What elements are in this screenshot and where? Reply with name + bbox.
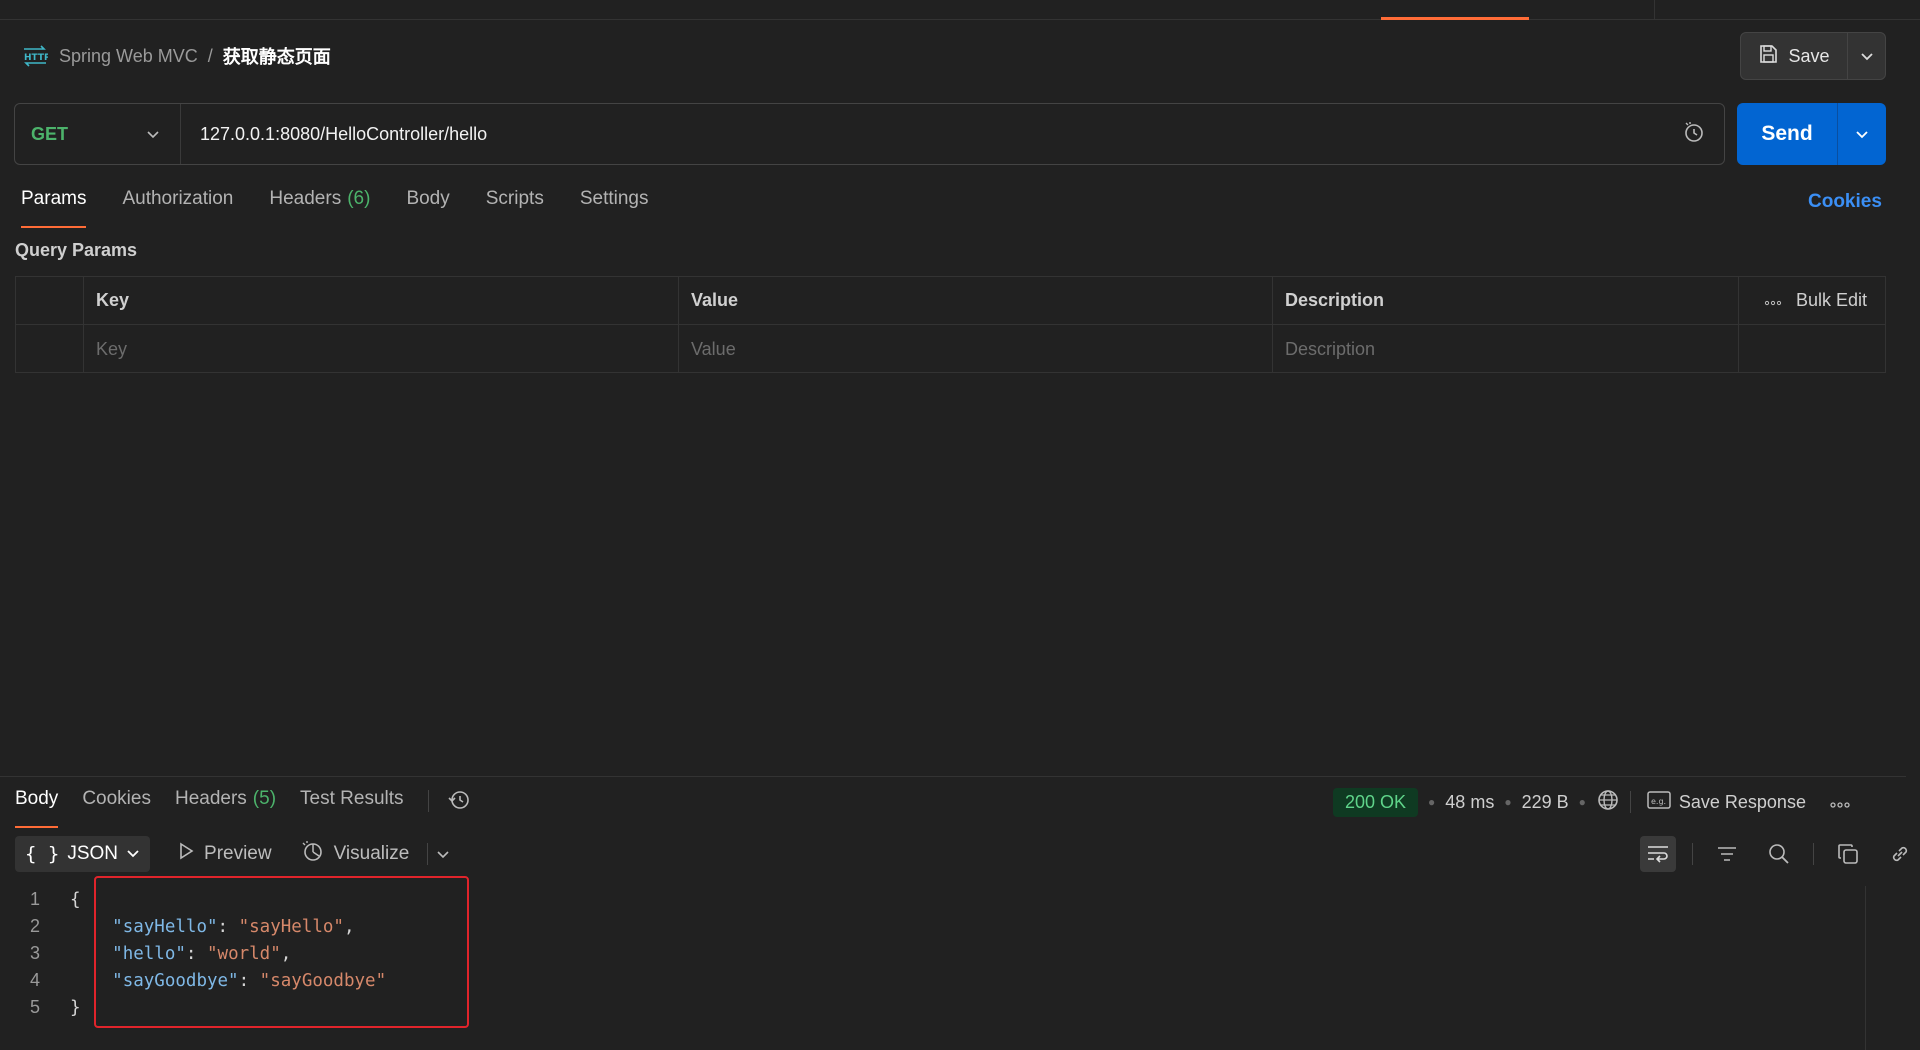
- tab-params[interactable]: Params: [21, 188, 87, 228]
- tab-settings[interactable]: Settings: [580, 188, 649, 228]
- response-time[interactable]: 48 ms: [1445, 792, 1494, 813]
- response-headers-count: (5): [252, 788, 277, 809]
- filter-icon[interactable]: [1709, 836, 1745, 872]
- response-tab-body[interactable]: Body: [15, 788, 59, 828]
- column-header-key: Key: [84, 277, 679, 324]
- line-number: 4: [29, 970, 40, 990]
- status-badge[interactable]: 200 OK: [1333, 787, 1419, 817]
- checkbox-column-header: [16, 277, 84, 324]
- description-input[interactable]: Description: [1273, 325, 1739, 373]
- row-end-cell: [1739, 325, 1885, 373]
- save-icon: [1758, 44, 1778, 69]
- response-status-area: 200 OK ● 48 ms ● 229 B ● e.g. Save Respo…: [1333, 785, 1850, 819]
- column-header-value: Value: [679, 277, 1273, 324]
- headers-count: (6): [347, 188, 371, 209]
- top-window-bar: [0, 0, 1920, 20]
- method-select[interactable]: GET: [15, 104, 181, 164]
- method-label: GET: [31, 123, 69, 144]
- value-input[interactable]: Value: [679, 325, 1273, 373]
- key-input[interactable]: Key: [84, 325, 679, 373]
- collection-name[interactable]: Spring Web MVC: [59, 46, 198, 67]
- send-dropdown-button[interactable]: [1837, 103, 1886, 165]
- preview-button[interactable]: Preview: [178, 842, 272, 866]
- line-number: 3: [29, 943, 40, 963]
- save-button[interactable]: Save: [1741, 33, 1847, 79]
- json-punctuation: {: [70, 889, 81, 910]
- active-tab-indicator: [1381, 17, 1529, 20]
- http-icon: HTTP: [21, 44, 49, 68]
- query-params-title: Query Params: [15, 240, 138, 260]
- history-icon[interactable]: [447, 788, 471, 817]
- link-icon[interactable]: [1882, 836, 1918, 872]
- braces-icon: { }: [25, 843, 60, 865]
- json-punctuation: }: [70, 997, 81, 1018]
- response-tab-cookies[interactable]: Cookies: [82, 788, 151, 828]
- tab-authorization[interactable]: Authorization: [122, 188, 233, 228]
- response-tools: [1640, 836, 1918, 872]
- breadcrumb-separator: /: [207, 45, 213, 66]
- line-number: 1: [29, 889, 40, 909]
- send-button-group: Send: [1737, 103, 1886, 165]
- editor-scrollbar[interactable]: [1865, 886, 1866, 1050]
- svg-text:e.g.: e.g.: [1651, 797, 1666, 806]
- table-row: Key Value Description: [16, 325, 1885, 373]
- url-history-button[interactable]: [1664, 120, 1724, 149]
- response-tab-test-results[interactable]: Test Results: [300, 788, 403, 828]
- save-response-button[interactable]: e.g. Save Response: [1647, 790, 1806, 815]
- query-params-table: Key Value Description Bulk Edit Key Valu…: [15, 276, 1886, 373]
- divider: [427, 790, 429, 812]
- request-tabs: Params Authorization Headers (6) Body Scr…: [21, 188, 684, 228]
- tab-headers[interactable]: Headers (6): [269, 188, 370, 228]
- chevron-down-icon[interactable]: [436, 844, 450, 865]
- visualize-button[interactable]: Visualize: [300, 839, 409, 869]
- response-divider[interactable]: [0, 776, 1906, 777]
- code-text: }: [70, 998, 81, 1018]
- format-select[interactable]: { } JSON: [15, 836, 151, 872]
- row-checkbox-cell: [16, 325, 84, 373]
- bulk-edit-button[interactable]: Bulk Edit: [1796, 290, 1867, 311]
- code-text: {: [70, 890, 81, 910]
- response-size[interactable]: 229 B: [1522, 792, 1569, 813]
- cookies-link[interactable]: Cookies: [1808, 191, 1882, 213]
- save-response-label: Save Response: [1678, 791, 1806, 812]
- divider: [1654, 0, 1655, 20]
- line-number: 2: [29, 916, 40, 936]
- response-format-bar: { } JSON Preview Visualize: [15, 836, 450, 872]
- chevron-down-icon: [1860, 46, 1874, 67]
- table-header-row: Key Value Description Bulk Edit: [16, 277, 1885, 325]
- chevron-down-icon: [126, 843, 140, 865]
- copy-icon[interactable]: [1830, 836, 1866, 872]
- line-number: 5: [29, 997, 40, 1017]
- save-dropdown-button[interactable]: [1847, 33, 1885, 79]
- visualize-icon: [300, 839, 324, 869]
- chevron-down-icon: [1855, 124, 1869, 145]
- url-input[interactable]: 127.0.0.1:8080/HelloController/hello: [181, 124, 1664, 145]
- send-button[interactable]: Send: [1737, 103, 1837, 165]
- column-header-description: Description: [1273, 277, 1739, 324]
- history-sparkle-icon: [1682, 120, 1706, 149]
- wrap-lines-icon[interactable]: [1640, 836, 1676, 872]
- highlight-annotation: [94, 876, 469, 1028]
- search-icon[interactable]: [1761, 836, 1797, 872]
- breadcrumb: HTTP Spring Web MVC / 获取静态页面: [21, 40, 331, 72]
- save-label: Save: [1788, 45, 1830, 66]
- more-options-icon[interactable]: [1830, 792, 1850, 813]
- save-button-group: Save: [1740, 32, 1886, 80]
- svg-text:HTTP: HTTP: [24, 53, 48, 63]
- example-icon: e.g.: [1647, 790, 1671, 815]
- chevron-down-icon: [146, 124, 160, 145]
- play-icon: [178, 842, 194, 866]
- bulk-edit-area: Bulk Edit: [1739, 277, 1885, 324]
- tab-body[interactable]: Body: [406, 188, 449, 228]
- response-tabs: Body Cookies Headers (5) Test Results: [15, 788, 471, 828]
- request-name[interactable]: 获取静态页面: [223, 43, 331, 69]
- url-bar: GET 127.0.0.1:8080/HelloController/hello: [14, 103, 1725, 165]
- response-tab-headers[interactable]: Headers (5): [175, 788, 276, 828]
- tab-scripts[interactable]: Scripts: [486, 188, 544, 228]
- more-options-icon[interactable]: [1764, 290, 1782, 311]
- globe-icon[interactable]: [1596, 788, 1620, 817]
- format-label: JSON: [67, 843, 119, 864]
